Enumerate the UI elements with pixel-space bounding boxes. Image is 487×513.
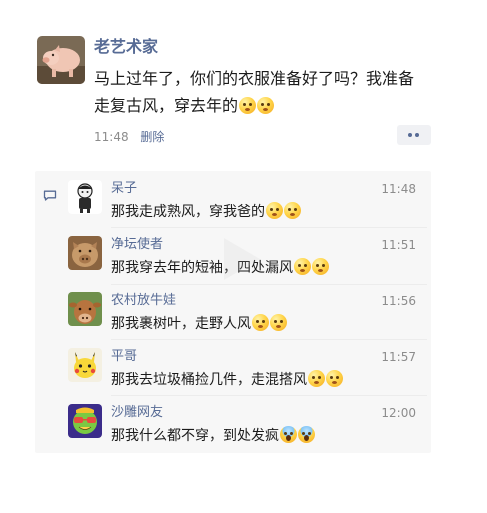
post-meta: 11:48 删除 [94,129,164,145]
pikachu-avatar-icon [68,348,102,382]
grimace-emoji-icon [312,258,329,275]
commenter-name[interactable]: 净坛使者 [111,237,163,253]
comment-avatar[interactable] [68,180,102,214]
commenter-name[interactable]: 沙雕网友 [111,405,163,421]
comment-divider [111,227,427,228]
grimace-emoji-icon [239,97,257,114]
cartoon-figure-avatar-icon [68,180,102,214]
grimace-emoji-icon [270,314,287,331]
grimace-emoji-icon [257,97,275,114]
grimace-emoji-icon [252,314,269,331]
grimace-emoji-icon [284,202,301,219]
more-button[interactable] [397,125,431,145]
comment-time: 11:56 [381,294,416,308]
comment-text-content: 那我裹树叶，走野人风 [111,316,251,332]
grimace-emoji-icon [308,370,325,387]
comment-text: 那我什么都不穿，到处发疯 [111,426,315,446]
comment-time: 12:00 [381,406,416,420]
comment-avatar[interactable] [68,236,102,270]
commenter-name[interactable]: 农村放牛娃 [111,293,176,309]
more-dots-icon [415,133,419,137]
post-author-avatar[interactable] [37,36,85,84]
comment-text-content: 那我穿去年的短袖，四处漏风 [111,260,293,276]
delete-link[interactable]: 删除 [140,130,164,144]
comment-divider [111,395,427,396]
grimace-emoji-icon [266,202,283,219]
comment-time: 11:48 [381,182,416,196]
comment-time: 11:57 [381,350,416,364]
grimace-emoji-icon [294,258,311,275]
comment-divider [111,284,427,285]
scream-emoji-icon [298,426,315,443]
comment-text-content: 那我去垃圾桶捡几件，走混搭风 [111,372,307,388]
comment-avatar[interactable] [68,404,102,438]
comment-bubble-icon [43,190,57,201]
comment-time: 11:51 [381,238,416,252]
pig-face-avatar-icon [68,236,102,270]
post-author-name[interactable]: 老艺术家 [94,37,158,57]
post-time: 11:48 [94,130,129,144]
comment-item: 沙雕网友 12:00 那我什么都不穿，到处发疯 [68,404,418,444]
pig-avatar-icon [37,36,85,84]
cow-avatar-icon [68,292,102,326]
comment-text: 那我走成熟风，穿我爸的 [111,202,301,222]
scream-emoji-icon [280,426,297,443]
more-dots-icon [408,133,412,137]
comment-divider [111,339,427,340]
comment-text-content: 那我什么都不穿，到处发疯 [111,428,279,444]
comment-item: 农村放牛娃 11:56 那我裹树叶，走野人风 [68,292,418,332]
commenter-name[interactable]: 呆子 [111,181,137,197]
comment-item: 平哥 11:57 那我去垃圾桶捡几件，走混搭风 [68,348,418,388]
comment-text: 那我去垃圾桶捡几件，走混搭风 [111,370,343,390]
comment-text-content: 那我走成熟风，穿我爸的 [111,204,265,220]
commenter-name[interactable]: 平哥 [111,349,137,365]
grimace-emoji-icon [326,370,343,387]
comment-text: 那我裹树叶，走野人风 [111,314,287,334]
comment-avatar[interactable] [68,348,102,382]
comment-text: 那我穿去年的短袖，四处漏风 [111,258,329,278]
post-content: 马上过年了，你们的衣服准备好了吗？我准备走复古风，穿去年的 [94,65,429,119]
comment-avatar[interactable] [68,292,102,326]
comment-item: 呆子 11:48 那我走成熟风，穿我爸的 [68,180,418,220]
cool-emoji-avatar-icon [68,404,102,438]
play-watermark-icon [224,238,260,280]
